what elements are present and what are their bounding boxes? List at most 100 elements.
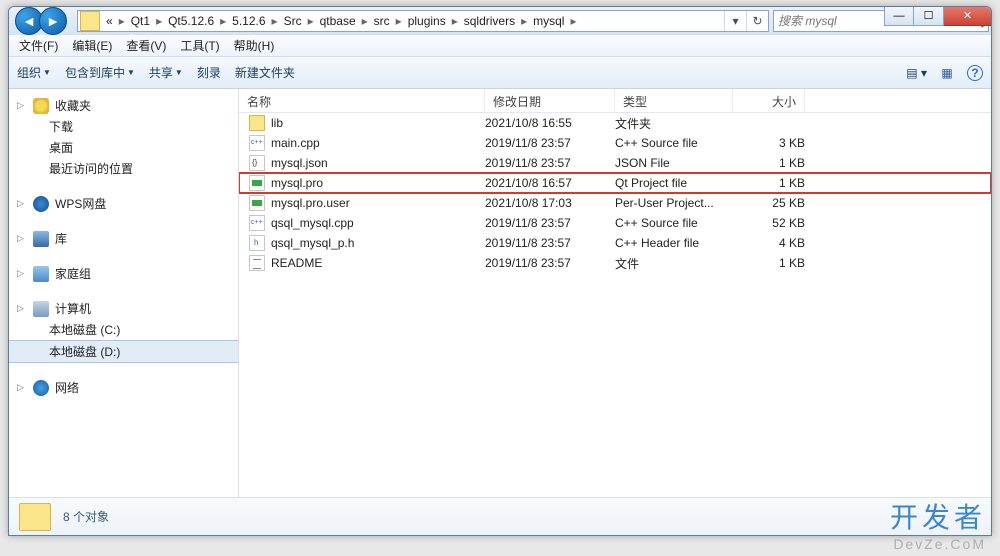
chevron-right-icon: ▸ bbox=[519, 14, 529, 28]
chevron-right-icon: ▸ bbox=[450, 14, 460, 28]
file-row[interactable]: qsql_mysql.cpp2019/11/8 23:57C++ Source … bbox=[239, 213, 991, 233]
preview-pane-icon[interactable]: ▦ bbox=[937, 63, 957, 83]
menubar: 文件(F) 编辑(E) 查看(V) 工具(T) 帮助(H) bbox=[9, 35, 991, 57]
file-row[interactable]: lib 2021/10/8 16:55文件夹 bbox=[239, 113, 991, 133]
file-icon bbox=[249, 135, 265, 151]
file-date: 2019/11/8 23:57 bbox=[485, 156, 615, 170]
file-icon bbox=[249, 255, 265, 271]
chevron-right-icon: ▸ bbox=[117, 14, 127, 28]
file-icon bbox=[249, 155, 265, 171]
sidebar-favorites[interactable]: ▷收藏夹 bbox=[9, 95, 238, 116]
network-icon bbox=[33, 380, 49, 396]
chevron-right-icon: ▸ bbox=[394, 14, 404, 28]
close-button[interactable]: ✕ bbox=[944, 6, 992, 26]
minimize-button[interactable]: — bbox=[884, 6, 914, 26]
explorer-window: — ☐ ✕ ◄ ► «▸Qt1▸Qt5.12.6▸5.12.6▸Src▸qtba… bbox=[8, 6, 992, 536]
breadcrumb-item[interactable]: src bbox=[370, 14, 394, 28]
address-bar[interactable]: «▸Qt1▸Qt5.12.6▸5.12.6▸Src▸qtbase▸src▸plu… bbox=[77, 10, 769, 32]
file-row[interactable]: mysql.pro.user2021/10/8 17:03Per-User Pr… bbox=[239, 193, 991, 213]
chevron-right-icon: ▸ bbox=[306, 14, 316, 28]
body: ▷收藏夹 下载 桌面 最近访问的位置 ▷WPS网盘 ▷库 ▷家庭组 ▷计算机 本… bbox=[9, 89, 991, 497]
col-size[interactable]: 大小 bbox=[733, 89, 805, 112]
sidebar-wps[interactable]: ▷WPS网盘 bbox=[9, 193, 238, 214]
cloud-icon bbox=[33, 196, 49, 212]
watermark-en: DevZe.CoM bbox=[893, 536, 986, 552]
file-row[interactable]: main.cpp2019/11/8 23:57C++ Source file3 … bbox=[239, 133, 991, 153]
file-name: lib bbox=[271, 116, 283, 130]
sidebar-item-desktop[interactable]: 桌面 bbox=[9, 137, 238, 158]
folder-icon bbox=[80, 11, 100, 31]
file-date: 2021/10/8 16:55 bbox=[485, 116, 615, 130]
breadcrumb-item[interactable]: « bbox=[102, 14, 117, 28]
sidebar-network[interactable]: ▷网络 bbox=[9, 377, 238, 398]
include-in-library-button[interactable]: 包含到库中▼ bbox=[65, 64, 135, 81]
breadcrumb-item[interactable]: sqldrivers bbox=[460, 14, 519, 28]
view-mode-button[interactable]: ▤ ▾ bbox=[906, 66, 927, 80]
col-date[interactable]: 修改日期 bbox=[485, 89, 615, 112]
file-icon bbox=[249, 195, 265, 211]
breadcrumb-item[interactable]: mysql bbox=[529, 14, 568, 28]
burn-button[interactable]: 刻录 bbox=[197, 64, 221, 81]
file-icon bbox=[249, 175, 265, 191]
sidebar-computer[interactable]: ▷计算机 bbox=[9, 298, 238, 319]
file-type: C++ Header file bbox=[615, 236, 733, 250]
file-date: 2021/10/8 17:03 bbox=[485, 196, 615, 210]
sidebar-item-drive-c[interactable]: 本地磁盘 (C:) bbox=[9, 319, 238, 340]
file-icon bbox=[249, 215, 265, 231]
col-name[interactable]: 名称 bbox=[239, 89, 485, 112]
column-headers[interactable]: 名称 修改日期 类型 大小 bbox=[239, 89, 991, 113]
organize-button[interactable]: 组织▼ bbox=[17, 64, 51, 81]
sidebar-item-downloads[interactable]: 下载 bbox=[9, 116, 238, 137]
file-size: 52 KB bbox=[733, 216, 805, 230]
nav-buttons: ◄ ► bbox=[15, 7, 67, 35]
menu-tools[interactable]: 工具(T) bbox=[174, 35, 225, 56]
file-size: 25 KB bbox=[733, 196, 805, 210]
help-icon[interactable]: ? bbox=[967, 65, 983, 81]
forward-button[interactable]: ► bbox=[39, 7, 67, 35]
file-name: qsql_mysql_p.h bbox=[271, 236, 354, 250]
menu-file[interactable]: 文件(F) bbox=[13, 35, 64, 56]
file-row[interactable]: mysql.json2019/11/8 23:57JSON File1 KB bbox=[239, 153, 991, 173]
file-type: Qt Project file bbox=[615, 176, 733, 190]
status-bar: 8 个对象 bbox=[9, 497, 991, 535]
breadcrumb-item[interactable]: Qt5.12.6 bbox=[164, 14, 218, 28]
file-type: 文件 bbox=[615, 255, 733, 272]
file-type: 文件夹 bbox=[615, 115, 733, 132]
file-type: C++ Source file bbox=[615, 216, 733, 230]
file-size: 4 KB bbox=[733, 236, 805, 250]
breadcrumb-item[interactable]: Qt1 bbox=[127, 14, 154, 28]
library-icon bbox=[33, 231, 49, 247]
sidebar-libraries[interactable]: ▷库 bbox=[9, 228, 238, 249]
file-name: README bbox=[271, 256, 322, 270]
sidebar-item-drive-d[interactable]: 本地磁盘 (D:) bbox=[9, 340, 238, 363]
breadcrumb-item[interactable]: qtbase bbox=[316, 14, 360, 28]
breadcrumb-item[interactable]: plugins bbox=[404, 14, 450, 28]
chevron-right-icon: ▸ bbox=[270, 14, 280, 28]
chevron-right-icon: ▸ bbox=[568, 14, 578, 28]
breadcrumb[interactable]: «▸Qt1▸Qt5.12.6▸5.12.6▸Src▸qtbase▸src▸plu… bbox=[102, 14, 724, 28]
history-dropdown-icon[interactable]: ▾ bbox=[724, 11, 746, 31]
sidebar-item-recent[interactable]: 最近访问的位置 bbox=[9, 158, 238, 179]
menu-help[interactable]: 帮助(H) bbox=[228, 35, 281, 56]
refresh-icon[interactable]: ↻ bbox=[746, 11, 768, 31]
file-size: 3 KB bbox=[733, 136, 805, 150]
maximize-button[interactable]: ☐ bbox=[914, 6, 944, 26]
breadcrumb-item[interactable]: 5.12.6 bbox=[228, 14, 269, 28]
file-row[interactable]: README2019/11/8 23:57文件1 KB bbox=[239, 253, 991, 273]
sidebar: ▷收藏夹 下载 桌面 最近访问的位置 ▷WPS网盘 ▷库 ▷家庭组 ▷计算机 本… bbox=[9, 89, 239, 497]
homegroup-icon bbox=[33, 266, 49, 282]
computer-icon bbox=[33, 301, 49, 317]
file-date: 2019/11/8 23:57 bbox=[485, 256, 615, 270]
menu-view[interactable]: 查看(V) bbox=[120, 35, 172, 56]
new-folder-button[interactable]: 新建文件夹 bbox=[235, 64, 295, 81]
file-row[interactable]: qsql_mysql_p.h2019/11/8 23:57C++ Header … bbox=[239, 233, 991, 253]
breadcrumb-item[interactable]: Src bbox=[280, 14, 306, 28]
menu-edit[interactable]: 编辑(E) bbox=[66, 35, 118, 56]
share-button[interactable]: 共享▼ bbox=[149, 64, 183, 81]
sidebar-homegroup[interactable]: ▷家庭组 bbox=[9, 263, 238, 284]
file-size: 1 KB bbox=[733, 176, 805, 190]
col-type[interactable]: 类型 bbox=[615, 89, 733, 112]
file-name: qsql_mysql.cpp bbox=[271, 216, 354, 230]
file-name: main.cpp bbox=[271, 136, 320, 150]
file-row[interactable]: mysql.pro2021/10/8 16:57Qt Project file1… bbox=[239, 173, 991, 193]
